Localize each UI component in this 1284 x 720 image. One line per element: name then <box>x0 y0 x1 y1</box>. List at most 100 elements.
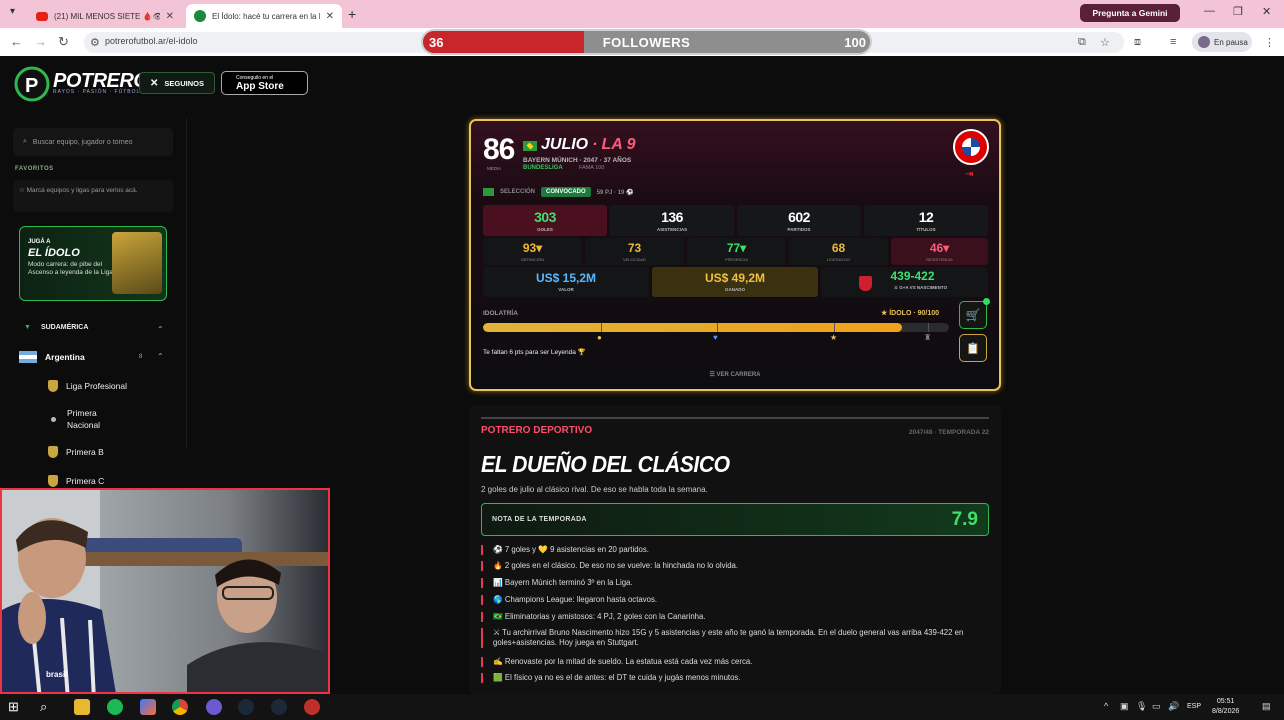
steam-icon[interactable] <box>271 699 287 715</box>
money-valor: US$ 15,2M VALOR <box>483 267 649 297</box>
attribute-value: 73 <box>627 241 642 255</box>
avatar <box>1198 36 1210 48</box>
overall-label: MEDIA <box>487 166 502 171</box>
close-tab-icon[interactable]: ✕ <box>166 11 174 22</box>
league-label: BUNDESLIGA <box>523 165 563 171</box>
back-icon[interactable]: ← <box>10 34 23 49</box>
money-label: VALOR <box>558 287 574 292</box>
sidebar-divider <box>186 118 187 448</box>
shop-cart-button[interactable]: 🛒 <box>959 301 987 329</box>
obs-icon[interactable] <box>304 699 320 715</box>
tray-chevron-icon[interactable]: ^ <box>1104 701 1108 711</box>
country-argentina[interactable]: Argentina <box>19 351 85 363</box>
favorites-note: ☆ Marcá equipos y ligas para verlos acá. <box>13 180 173 212</box>
search-icon[interactable]: ⌕ <box>40 699 56 715</box>
forward-icon[interactable]: → <box>34 34 47 49</box>
region-sudamerica[interactable]: ▼ SUDAMÉRICA <box>24 324 88 331</box>
new-tab-button[interactable]: + <box>348 6 356 22</box>
attribute-value: 93▾ <box>522 241 543 255</box>
bookmark-star-icon[interactable]: ☆ <box>1100 36 1110 49</box>
stat-label: GOLES <box>537 227 553 232</box>
stat-goles: 303 GOLES <box>483 205 607 236</box>
stat-label: TÍTULOS <box>916 227 936 232</box>
volume-icon[interactable]: 🔊 <box>1168 701 1179 712</box>
chevron-up-icon[interactable]: ⌃ <box>157 352 164 361</box>
attribute-label: RESISTENCIA <box>926 257 953 262</box>
install-app-icon[interactable]: ⧉ <box>1078 36 1086 49</box>
milestone-heart-icon: ♥ <box>713 333 718 342</box>
notifications-icon[interactable]: ▤ <box>1262 701 1271 712</box>
discord-icon[interactable] <box>206 699 222 715</box>
language-indicator[interactable]: ESP <box>1187 703 1201 710</box>
minimize-icon[interactable]: — <box>1204 5 1215 17</box>
spotify-icon[interactable] <box>107 699 123 715</box>
news-item: 🇧🇷 Eliminatorias y amistosos: 4 PJ, 2 go… <box>481 612 991 622</box>
file-explorer-icon[interactable] <box>74 699 90 715</box>
tab-youtube[interactable]: (21) MIL MENOS SIETE 🩸👁 | ... ✕ <box>28 4 182 28</box>
ver-carrera-link[interactable]: ☰ VER CARRERA <box>471 371 999 378</box>
copilot-icon[interactable] <box>140 699 156 715</box>
club-line: BAYERN MÚNICH · 2047 · 37 AÑOS <box>523 157 632 164</box>
follow-x-button[interactable]: ✕ SEGUINOS <box>139 72 215 94</box>
clock[interactable]: 05:51 8/8/2026 <box>1212 697 1239 717</box>
exit-career-icon[interactable]: ⇥ <box>965 169 973 180</box>
attribute-resistencia: 46▾ RESISTENCIA <box>891 238 988 265</box>
gemini-button[interactable]: Pregunta a Gemini <box>1080 4 1180 22</box>
tab-list-icon[interactable]: ▾ <box>10 6 15 17</box>
app-store-button[interactable]: Conseguilo en el App Store <box>221 71 308 95</box>
potrero-logo-icon[interactable]: P <box>14 66 50 102</box>
article-season: 2047/48 · TEMPORADA 22 <box>909 429 989 436</box>
money-value: US$ 49,2M <box>704 271 766 285</box>
extensions-icon[interactable]: ⧈ <box>1134 36 1141 49</box>
close-window-icon[interactable]: ✕ <box>1262 5 1271 18</box>
tray-app-icon[interactable]: ▣ <box>1120 701 1129 712</box>
caps-label: 59 PJ · 19 ⚽ <box>596 189 634 196</box>
webcam-tag: brasil <box>46 670 68 679</box>
windows-start-icon[interactable]: ⊞ <box>8 699 24 715</box>
favorites-note-text: Marcá equipos y ligas para verlos acá. <box>26 187 138 194</box>
site-info-icon[interactable]: ⚙ <box>90 36 100 49</box>
clock-date: 8/8/2026 <box>1212 708 1240 715</box>
league-label: Primera B <box>66 447 104 457</box>
article-section: POTRERO DEPORTIVO <box>481 425 593 436</box>
url-text[interactable]: potrerofutbol.ar/el-idolo <box>105 36 198 46</box>
clock-time: 05:51 <box>1216 698 1235 705</box>
tab-el-idolo[interactable]: El Ídolo: hacé tu carrera en la L... ✕ <box>186 4 342 28</box>
microphone-icon[interactable]: 🎙 <box>1136 701 1147 712</box>
league-primera-c[interactable]: Primera C <box>48 475 104 487</box>
chevron-up-icon[interactable]: ⌃ <box>157 325 164 334</box>
media-icon[interactable]: ≡ <box>1170 36 1176 48</box>
stuttgart-crest-icon <box>859 276 872 291</box>
rating-value: 7.9 <box>951 509 978 530</box>
player-card: 86 MEDIA JULIO · LA 9 BAYERN MÚNICH · 2047… <box>469 119 1001 391</box>
clipboard-button[interactable]: 📋 <box>959 334 987 362</box>
league-label: Liga Profesional <box>66 381 127 391</box>
menu-icon[interactable]: ⋮ <box>1264 36 1275 49</box>
news-item: ⚽ 7 goles y 💛 9 asistencias en 20 partid… <box>481 545 991 555</box>
reload-icon[interactable]: ↻ <box>58 34 69 50</box>
money-value: US$ 15,2M <box>535 271 597 285</box>
chrome-icon[interactable] <box>172 699 188 715</box>
network-icon[interactable]: ▭ <box>1152 701 1161 712</box>
league-liga-profesional[interactable]: Liga Profesional <box>48 380 127 392</box>
follow-label: SEGUINOS <box>164 78 204 88</box>
search-input[interactable]: ⌕ Buscar equipo, jugador o torneo <box>13 128 173 156</box>
x-icon: ✕ <box>150 77 159 89</box>
league-primera-nacional[interactable]: Primera Nacional <box>48 407 128 431</box>
el-idolo-promo-card[interactable]: JUGÁ A EL ÍDOLO Modo carrera: de pibe de… <box>19 226 167 301</box>
league-label: Primera C <box>66 476 105 486</box>
close-tab-icon[interactable]: ✕ <box>326 11 334 22</box>
league-dot-icon <box>51 416 56 422</box>
league-primera-b[interactable]: Primera B <box>48 446 104 458</box>
browser-tab-strip: ▾ (21) MIL MENOS SIETE 🩸👁 | ... ✕ El Ído… <box>0 0 1284 28</box>
restore-icon[interactable]: ❐ <box>1233 5 1243 18</box>
svg-text:P: P <box>25 75 38 97</box>
player-name: JULIO · LA 9 <box>541 136 636 154</box>
gemini-label: Pregunta a Gemini <box>1092 8 1168 18</box>
league-shield-icon <box>48 380 58 392</box>
webcam-overlay: brasil <box>0 488 330 694</box>
promo-text: Modo carrera: de pibe del Ascenso a leye… <box>28 261 113 276</box>
profile-button[interactable]: En pausa <box>1192 32 1252 52</box>
steam-icon[interactable] <box>238 699 254 715</box>
attribute-presencia: 77▾ PRESENCIA <box>687 238 786 265</box>
